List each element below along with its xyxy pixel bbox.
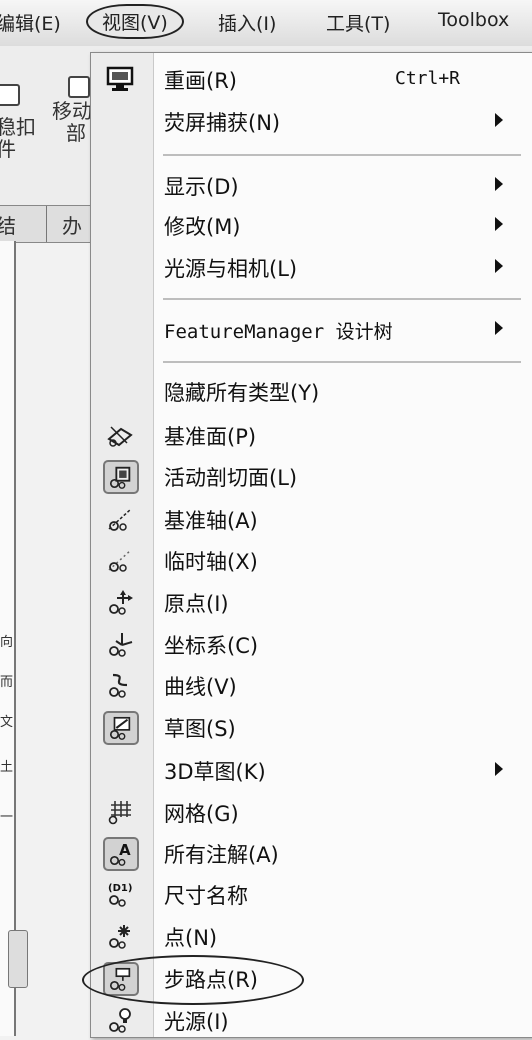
menu-item-label: 尺寸名称 — [164, 884, 248, 908]
point-icon — [103, 920, 137, 952]
menu-item-curves[interactable]: 曲线(V) — [91, 665, 532, 705]
coordinate-system-icon — [103, 628, 137, 660]
tab-structure[interactable]: 结 — [0, 210, 16, 239]
submenu-arrow-icon — [495, 321, 503, 335]
toolbar-button-label: 部 — [66, 121, 86, 145]
menu-item-coordinate-systems[interactable]: 坐标系(C) — [91, 624, 532, 664]
panel-glyph: 向 — [0, 635, 14, 650]
tab-divider — [46, 206, 47, 242]
menu-item-label: 修改(M) — [164, 215, 241, 239]
menu-insert[interactable]: 插入(I) — [218, 9, 276, 36]
menu-item-modify[interactable]: 修改(M) — [91, 205, 532, 245]
monitor-icon — [103, 63, 137, 95]
menu-item-live-section-planes[interactable]: 活动剖切面(L) — [91, 456, 532, 496]
menu-item-sketches[interactable]: 草图(S) — [91, 707, 532, 747]
menu-item-label: 曲线(V) — [164, 675, 237, 699]
menu-item-display[interactable]: 显示(D) — [91, 165, 532, 205]
menu-item-redraw[interactable]: 重画(R) Ctrl+R — [91, 59, 532, 99]
svg-text:A: A — [119, 841, 131, 859]
menu-item-hide-all-types[interactable]: 隐藏所有类型(Y) — [91, 371, 532, 411]
toolbar-button-fastener[interactable]: 稳扣 件 — [0, 116, 36, 160]
menu-item-label: 草图(S) — [164, 717, 236, 741]
menu-item-temporary-axes[interactable]: 临时轴(X) — [91, 540, 532, 580]
menu-item-label: FeatureManager 设计树 — [164, 321, 393, 343]
menu-toolbox[interactable]: Toolbox — [438, 9, 509, 31]
menu-item-grid[interactable]: 网格(G) — [91, 792, 532, 832]
temporary-axis-icon — [103, 544, 137, 576]
feature-manager-panel: 向 而 文 土 一 — [0, 241, 16, 1036]
move-component-icon — [68, 76, 90, 98]
grid-icon — [103, 796, 137, 828]
axis-icon — [103, 503, 137, 535]
sketch-icon — [103, 711, 139, 745]
menu-item-label: 所有注解(A) — [164, 843, 279, 867]
menu-item-label: 隐藏所有类型(Y) — [164, 381, 320, 405]
menu-item-label: 活动剖切面(L) — [164, 466, 298, 490]
menu-view[interactable]: 视图(V) — [86, 4, 184, 39]
panel-glyph: 一 — [0, 810, 14, 825]
menu-item-label: 荧屏捕获(N) — [164, 111, 281, 135]
menu-item-label: 临时轴(X) — [164, 550, 258, 574]
menu-item-label: 点(N) — [164, 926, 218, 950]
menu-separator — [163, 298, 521, 300]
submenu-arrow-icon — [495, 259, 503, 273]
tab-office[interactable]: 办 — [62, 210, 82, 239]
menu-separator — [163, 154, 521, 156]
origin-icon — [103, 586, 137, 618]
submenu-arrow-icon — [495, 177, 503, 191]
menu-item-label: 重画(R) — [164, 69, 237, 93]
panel-glyph: 文 — [0, 715, 14, 730]
menu-item-planes[interactable]: 基准面(P) — [91, 415, 532, 455]
menu-item-points[interactable]: 点(N) — [91, 916, 532, 956]
panel-glyph: 而 — [0, 675, 14, 690]
menu-edit[interactable]: 编辑(E) — [0, 9, 61, 36]
menu-item-featuremanager-tree[interactable]: FeatureManager 设计树 — [91, 309, 532, 349]
dimension-name-icon: (D1) — [103, 878, 137, 910]
menu-item-all-annotations[interactable]: A 所有注解(A) — [91, 833, 532, 873]
toolbar-button-label: 稳扣 — [0, 115, 36, 139]
menu-item-label: 基准面(P) — [164, 425, 257, 449]
toolbar-button-label: 件 — [0, 137, 16, 161]
menu-item-label: 网格(G) — [164, 802, 239, 826]
curve-icon — [103, 669, 137, 701]
menu-item-label: 光源与相机(L) — [164, 257, 298, 281]
menu-tools[interactable]: 工具(T) — [326, 9, 390, 36]
panel-collapse-handle[interactable] — [8, 930, 28, 988]
menu-item-label: 基准轴(A) — [164, 509, 258, 533]
annotation-icon: A — [103, 837, 139, 871]
view-menu-dropdown: 重画(R) Ctrl+R 荧屏捕获(N) 显示(D) 修改(M) 光源与相机(L… — [90, 52, 532, 1038]
menu-item-label: 原点(I) — [164, 592, 229, 616]
menu-item-shortcut: Ctrl+R — [395, 68, 461, 89]
svg-text:(D1): (D1) — [108, 883, 132, 894]
menu-bar: 编辑(E) 视图(V) 插入(I) 工具(T) Toolbox — [0, 0, 532, 47]
toolbar-button-label: 移动 — [52, 99, 92, 123]
menu-item-label: 光源(I) — [164, 1010, 229, 1034]
highlight-ellipse — [82, 955, 304, 1005]
submenu-arrow-icon — [495, 113, 503, 127]
submenu-arrow-icon — [495, 217, 503, 231]
menu-item-label: 显示(D) — [164, 175, 239, 199]
panel-glyph: 土 — [0, 760, 14, 775]
menu-item-3d-sketch[interactable]: 3D草图(K) — [91, 750, 532, 790]
menu-item-lights[interactable]: 光源(I) — [91, 1000, 532, 1040]
submenu-arrow-icon — [495, 762, 503, 776]
plane-icon — [103, 419, 137, 451]
fastener-icon — [0, 84, 20, 106]
light-bulb-icon — [103, 1004, 137, 1036]
menu-item-label: 3D草图(K) — [164, 760, 266, 784]
menu-item-label: 坐标系(C) — [164, 634, 259, 658]
menu-separator — [163, 361, 521, 363]
menu-item-axes[interactable]: 基准轴(A) — [91, 499, 532, 539]
menu-item-dimension-names[interactable]: (D1) 尺寸名称 — [91, 874, 532, 914]
menu-item-screen-capture[interactable]: 荧屏捕获(N) — [91, 101, 532, 141]
section-plane-icon — [103, 460, 139, 494]
menu-item-origins[interactable]: 原点(I) — [91, 582, 532, 622]
menu-item-lights-cameras[interactable]: 光源与相机(L) — [91, 247, 532, 287]
toolbar-button-move[interactable]: 移动 部 — [52, 100, 92, 144]
